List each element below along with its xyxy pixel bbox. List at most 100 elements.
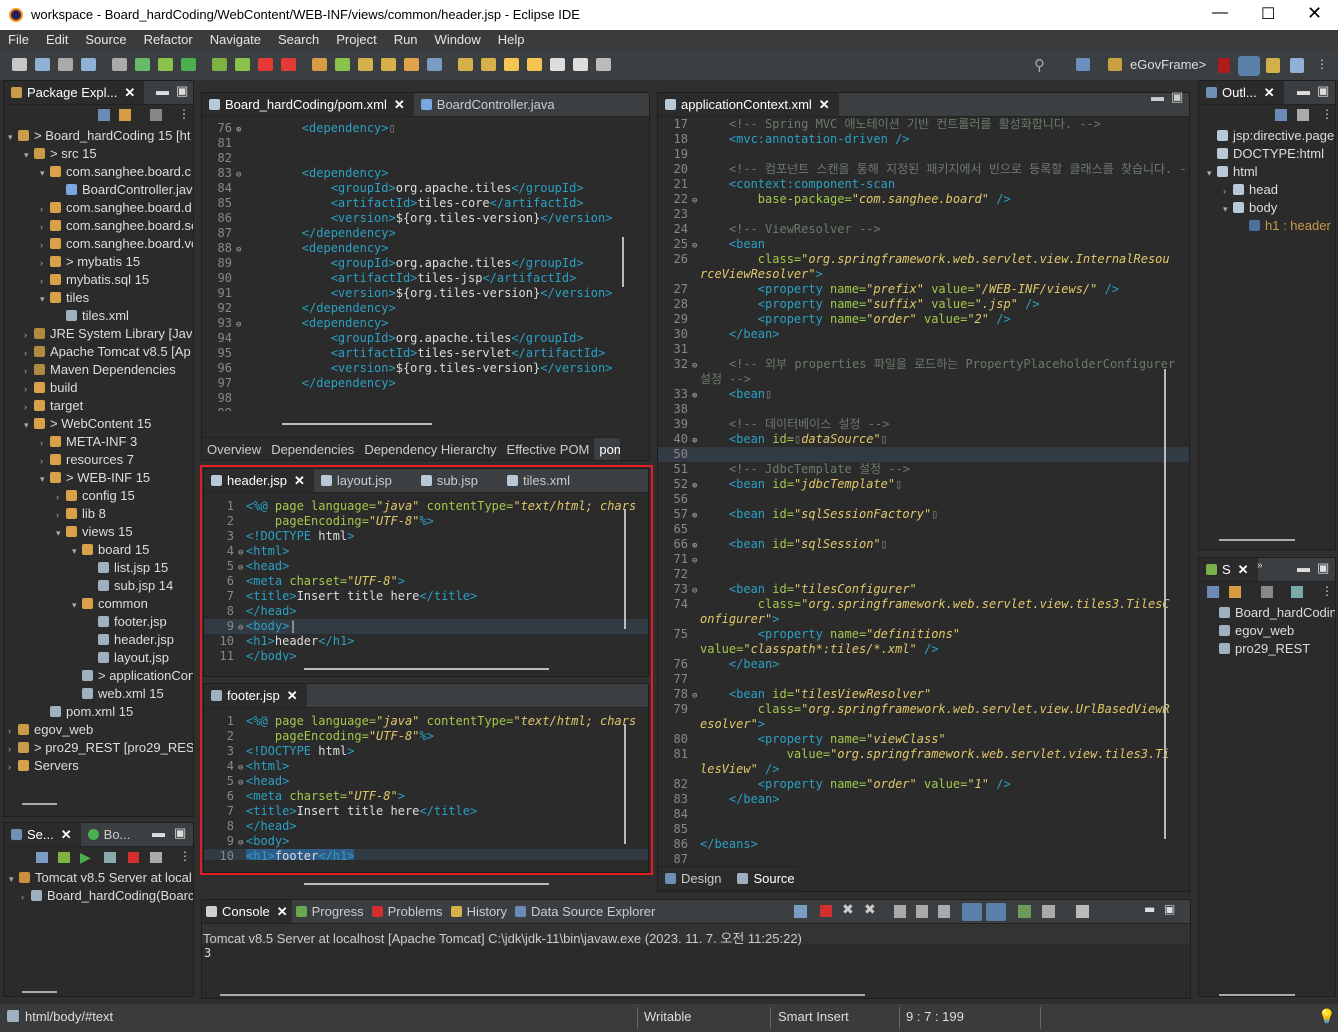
- code-line[interactable]: 78 ⊖ <bean id="tilesViewResolver": [658, 687, 1189, 702]
- close-icon[interactable]: ✕: [1307, 3, 1322, 24]
- code-line[interactable]: 73 ⊖ <bean id="tilesConfigurer": [658, 582, 1189, 597]
- toolbar-button-icon[interactable]: [427, 58, 442, 71]
- appctx-code-area[interactable]: 17 <!-- Spring MVC 애노테이션 기반 컨트롤러를 활성화합니다…: [658, 117, 1189, 863]
- minimize-icon[interactable]: —: [1212, 4, 1228, 22]
- expand-toggle-icon[interactable]: ▾: [40, 164, 50, 182]
- pom-code-area[interactable]: 76 ⊕ <dependency>▯ 81 82 83 ⊖ <dependency> 84 …: [202, 117, 649, 411]
- expand-toggle-icon[interactable]: ›: [8, 722, 18, 740]
- remove-launch-icon[interactable]: ✖: [842, 902, 854, 918]
- tree-item[interactable]: › > pro29_REST [pro29_REST: [8, 739, 193, 757]
- tab-problems[interactable]: Problems: [368, 900, 447, 923]
- tab-board-controller[interactable]: BoardController.java: [414, 93, 564, 116]
- toolbar-button-icon[interactable]: [258, 58, 273, 71]
- code-line[interactable]: 85 <artifactId>tiles-core</artifactId>: [202, 196, 649, 211]
- code-line[interactable]: 66 ⊕ <bean id="sqlSession"▯: [658, 537, 1189, 552]
- more-views-icon[interactable]: »: [1257, 560, 1263, 571]
- tree-item[interactable]: ▾ board 15: [8, 541, 193, 559]
- maximize-view-icon[interactable]: ▣: [1317, 560, 1329, 576]
- tab-design[interactable]: Design: [658, 867, 730, 889]
- toolbar-button-icon[interactable]: [458, 58, 473, 71]
- toolbar-button-icon[interactable]: [335, 58, 350, 71]
- menu-file[interactable]: File: [0, 30, 38, 47]
- maximize-view-icon[interactable]: ▣: [1164, 902, 1175, 916]
- jpa-perspective-icon[interactable]: [1266, 58, 1280, 73]
- menu-search[interactable]: Search: [270, 30, 328, 47]
- tab-pom-dependency-hierarchy[interactable]: Dependency Hierarchy: [359, 438, 501, 460]
- close-icon[interactable]: ✕: [819, 97, 830, 112]
- tree-item[interactable]: ▾ > Board_hardCoding 15 [ht: [8, 127, 193, 145]
- menu-help[interactable]: Help: [490, 30, 534, 47]
- toolbar-button-icon[interactable]: [573, 58, 588, 71]
- code-line[interactable]: 82: [202, 151, 649, 166]
- code-line[interactable]: 74 class="org.springframework.web.servle…: [658, 597, 1189, 612]
- expand-toggle-icon[interactable]: ▾: [72, 596, 82, 614]
- horizontal-scrollbar[interactable]: [304, 883, 549, 885]
- tree-item[interactable]: ▾ views 15: [8, 523, 193, 541]
- outline-item[interactable]: DOCTYPE:html: [1207, 145, 1335, 163]
- filter-icon[interactable]: [1297, 109, 1309, 121]
- code-line[interactable]: 93 ⊖ <dependency>: [202, 316, 649, 331]
- terminate-icon[interactable]: [820, 905, 832, 917]
- code-line[interactable]: 79 class="org.springframework.web.servle…: [658, 702, 1189, 717]
- filter-icon[interactable]: [1261, 586, 1273, 598]
- tree-item[interactable]: ▾ > WEB-INF 15: [8, 469, 193, 487]
- code-line[interactable]: 87 </dependency>: [202, 226, 649, 241]
- tree-item[interactable]: web.xml 15: [8, 685, 193, 703]
- tree-item[interactable]: ▾ > src 15: [8, 145, 193, 163]
- tree-item[interactable]: › mybatis.sql 15: [8, 271, 193, 289]
- expand-toggle-icon[interactable]: ›: [24, 380, 34, 398]
- open-console-icon[interactable]: [1018, 905, 1031, 918]
- code-line[interactable]: 96 <version>${org.tiles-version}</versio…: [202, 361, 649, 376]
- tab-boot-dashboard[interactable]: Bo...: [81, 823, 140, 846]
- expand-toggle-icon[interactable]: ›: [24, 344, 34, 362]
- toolbar-button-icon[interactable]: [58, 58, 73, 71]
- tab-project-explorer[interactable]: S ✕: [1199, 558, 1258, 581]
- outline-item[interactable]: ▾ body: [1207, 199, 1335, 217]
- expand-toggle-icon[interactable]: ›: [40, 200, 50, 218]
- close-icon[interactable]: ✕: [1264, 85, 1275, 100]
- code-line[interactable]: 76 </bean>: [658, 657, 1189, 672]
- code-line[interactable]: 설정 -->: [658, 372, 1189, 387]
- expand-toggle-icon[interactable]: ›: [8, 758, 18, 776]
- toolbar-button-icon[interactable]: [158, 58, 173, 71]
- tab-source[interactable]: Source: [730, 867, 798, 889]
- code-line[interactable]: value="classpath*:tiles/*.xml" />: [658, 642, 1189, 657]
- toolbar-button-icon[interactable]: [281, 58, 296, 71]
- pin-console-icon[interactable]: [794, 905, 807, 918]
- expand-toggle-icon[interactable]: ▾: [24, 416, 34, 434]
- sort-icon[interactable]: [1291, 586, 1303, 598]
- toolbar-button-icon[interactable]: [404, 58, 419, 71]
- console-output[interactable]: 3: [202, 944, 1190, 988]
- toolbar-button-icon[interactable]: [312, 58, 327, 71]
- tree-item[interactable]: BoardController.jav: [8, 181, 193, 199]
- code-line[interactable]: 65: [658, 522, 1189, 537]
- publish-icon[interactable]: [150, 852, 162, 863]
- expand-toggle-icon[interactable]: ›: [24, 398, 34, 416]
- code-line[interactable]: 33 ⊕ <bean▯: [658, 387, 1189, 402]
- expand-toggle-icon[interactable]: ▾: [1207, 164, 1217, 182]
- tree-item[interactable]: › JRE System Library [Java: [8, 325, 193, 343]
- close-icon[interactable]: ✕: [277, 904, 288, 919]
- expand-toggle-icon[interactable]: ▾: [40, 470, 50, 488]
- toolbar-button-icon[interactable]: [504, 58, 519, 71]
- menu-navigate[interactable]: Navigate: [202, 30, 270, 47]
- scroll-lock-icon[interactable]: [916, 905, 928, 918]
- code-line[interactable]: 32 ⊖ <!-- 외부 properties 파일을 로드하는 Property…: [658, 357, 1189, 372]
- tab-progress[interactable]: Progress: [292, 900, 368, 923]
- code-line[interactable]: 81 value="org.springframework.web.servle…: [658, 747, 1189, 762]
- horizontal-scrollbar[interactable]: [282, 423, 432, 425]
- tree-item[interactable]: › build: [8, 379, 193, 397]
- code-line[interactable]: 25 ⊖ <bean: [658, 237, 1189, 252]
- code-line[interactable]: 84: [658, 807, 1189, 822]
- tree-item[interactable]: › Maven Dependencies: [8, 361, 193, 379]
- maximize-view-icon[interactable]: ▣: [1317, 83, 1329, 99]
- view-menu-icon[interactable]: ⋮: [179, 849, 191, 863]
- code-line[interactable]: 84 <groupId>org.apache.tiles</groupId>: [202, 181, 649, 196]
- code-line[interactable]: 75 <property name="definitions": [658, 627, 1189, 642]
- tree-item[interactable]: pom.xml 15: [8, 703, 193, 721]
- horizontal-scrollbar[interactable]: [22, 803, 57, 805]
- close-icon[interactable]: ✕: [61, 827, 72, 842]
- outline-item[interactable]: h1 : header: [1207, 217, 1335, 235]
- list-item[interactable]: ▾ Tomcat v8.5 Server at local: [9, 869, 193, 887]
- link-editor-icon[interactable]: [1229, 586, 1241, 598]
